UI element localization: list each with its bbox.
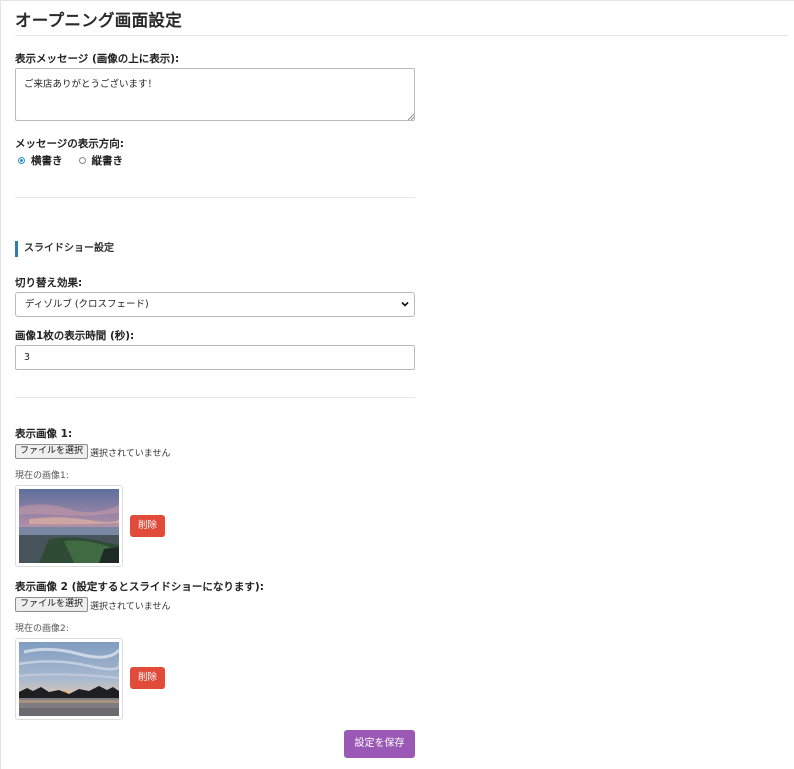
effect-select[interactable]: ディゾルブ (クロスフェード) [15,292,415,317]
radio-vertical-label[interactable]: 縦書き [92,153,124,168]
sunset-trees-image [19,642,119,716]
image2-thumbnail [15,638,123,720]
image1-current-label: 現在の画像1: [15,471,69,481]
direction-label: メッセージの表示方向: [15,138,124,150]
image2-delete-button[interactable]: 削除 [130,667,165,689]
radio-horizontal[interactable] [18,157,25,164]
image1-thumbnail [15,485,123,567]
duration-label: 画像1枚の表示時間 (秒): [15,330,135,342]
image2-label: 表示画像 2 (設定するとスライドショーになります): [15,581,264,593]
radio-horizontal-label[interactable]: 横書き [31,153,63,168]
effect-label: 切り替え効果: [15,277,83,289]
radio-vertical[interactable] [78,157,86,164]
image1-file-status: 選択されていません [90,449,171,459]
seaside-sunset-image [19,489,119,563]
title-divider [15,35,788,36]
resize-grip-icon[interactable] [406,112,414,120]
image1-file-button[interactable]: ファイルを選択 [15,444,89,459]
effect-select-value: ディゾルブ (クロスフェード) [25,299,149,310]
save-settings-button[interactable]: 設定を保存 [344,730,415,758]
page-title: オープニング画面設定 [15,11,183,30]
message-textarea[interactable]: ご来店ありがとうございます！ [15,68,415,121]
image2-current-label: 現在の画像2: [15,624,69,634]
duration-input[interactable]: 3 [15,345,415,370]
direction-radio-group: 横書き 縦書き [18,153,139,168]
section-divider [15,397,415,398]
section-divider [15,197,415,198]
slideshow-heading: スライドショー設定 [15,241,114,257]
chevron-down-icon [401,301,409,307]
image2-file-status: 選択されていません [90,602,171,612]
image1-delete-button[interactable]: 削除 [130,515,165,537]
image2-file-button[interactable]: ファイルを選択 [15,597,89,612]
message-label: 表示メッセージ (画像の上に表示): [15,53,180,65]
image1-label: 表示画像 1: [15,428,73,440]
